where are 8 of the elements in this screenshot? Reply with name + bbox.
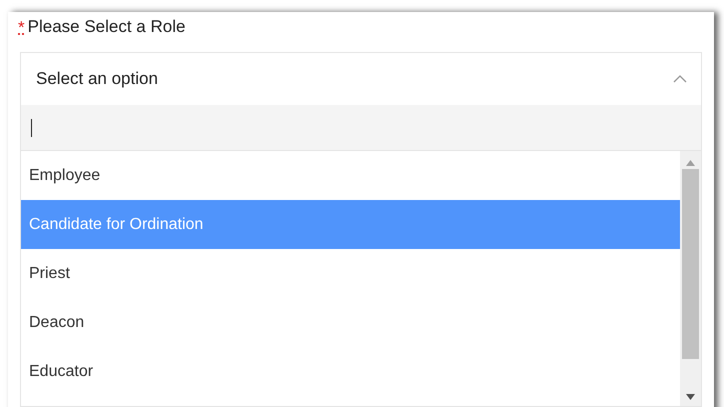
scrollbar-thumb[interactable] xyxy=(682,169,699,359)
field-label: Please Select a Role xyxy=(28,16,186,38)
scrollbar[interactable] xyxy=(680,151,701,406)
scroll-down-icon[interactable] xyxy=(686,394,695,400)
chevron-icon xyxy=(673,75,687,83)
search-field[interactable] xyxy=(21,105,701,150)
scroll-up-icon[interactable] xyxy=(686,160,695,166)
required-mark: * xyxy=(18,18,25,36)
